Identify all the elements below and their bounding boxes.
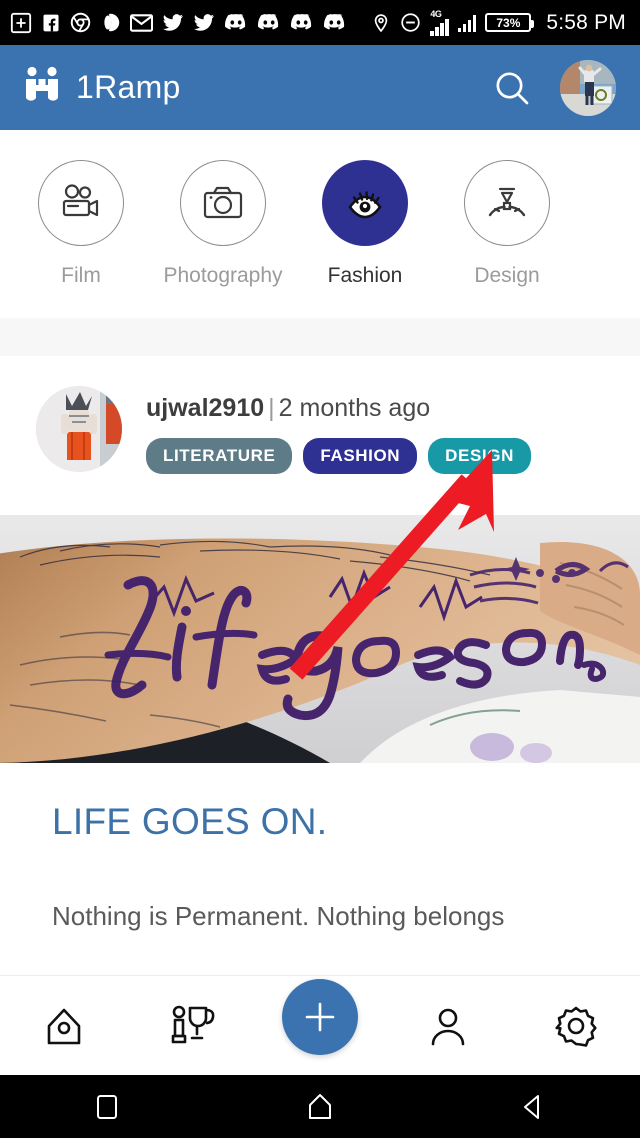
twitter-icon [162, 14, 184, 31]
category-label-fashion: Fashion [327, 264, 403, 287]
nav-item-leaderboard[interactable] [140, 981, 244, 1071]
gear-icon [555, 1006, 597, 1047]
discord-icon-3 [291, 14, 312, 30]
phone-screen: 4G 73% 5:58 PM 1Ramp Film Photography Fa… [0, 0, 640, 1138]
category-circle-film [38, 160, 124, 246]
discord-icon-2 [258, 14, 279, 30]
video-camera-icon [62, 184, 99, 217]
post-image-content [0, 515, 640, 763]
signal-4g-icon: 4G [430, 8, 449, 36]
app-bar: 1Ramp [0, 45, 640, 130]
compass-divider-icon [488, 187, 526, 217]
category-circle-photography [180, 160, 266, 246]
android-status-bar: 4G 73% 5:58 PM [0, 0, 640, 45]
post-title[interactable]: LIFE GOES ON. [52, 801, 588, 843]
chrome-icon [70, 12, 91, 33]
post-card: ujwal2910 | 2 months ago LITERATURE FASHIO… [0, 356, 640, 474]
category-carousel[interactable]: : Film [0, 130, 640, 318]
post-excerpt: Nothing is Permanent. Nothing belongs [52, 901, 505, 931]
status-bar-system-icons: 4G 73% 5:58 PM [371, 8, 626, 36]
plus-icon [305, 1002, 335, 1031]
post-meta: ujwal2910 | 2 months ago LITERATURE FASHIO… [146, 386, 531, 474]
category-label-film: Film [61, 264, 101, 287]
discord-icon-4 [324, 14, 345, 30]
gmail-icon [130, 13, 153, 32]
post-author-line: ujwal2910 | 2 months ago [146, 394, 531, 423]
nav-item-home[interactable] [12, 981, 116, 1071]
trophy-person-icon [171, 1005, 215, 1043]
bottom-navigation-bar [0, 975, 640, 1075]
section-divider [0, 318, 640, 356]
battery-icon: 73% [485, 13, 535, 32]
category-item-film[interactable]: Film [10, 130, 152, 288]
do-not-disturb-icon [401, 13, 421, 32]
app-brand[interactable]: 1Ramp [24, 66, 492, 110]
post-header: ujwal2910 | 2 months ago LITERATURE FASHIO… [0, 356, 640, 474]
tag-fashion[interactable]: FASHION [303, 438, 418, 474]
sidebar-item-partial[interactable]: : [0, 130, 10, 288]
camera-icon [203, 186, 243, 219]
tag-literature[interactable]: LITERATURE [146, 438, 293, 474]
twitter-icon-2 [193, 14, 215, 31]
android-navigation-bar [0, 1075, 640, 1138]
nav-item-create[interactable] [268, 978, 372, 1071]
1ramp-logo-icon [26, 66, 58, 101]
post-tag-list: LITERATURE FASHION DESIGN [146, 438, 531, 474]
category-item-photography[interactable]: Photography [152, 130, 294, 288]
person-icon [431, 1008, 465, 1045]
category-label-photography: Photography [163, 264, 283, 287]
app-bar-actions [492, 59, 616, 116]
create-post-fab[interactable] [282, 978, 358, 1055]
post-meta-separator: | [268, 394, 275, 422]
nav-item-settings[interactable] [524, 981, 628, 1071]
status-bar-notification-icons [10, 12, 371, 34]
avatar[interactable] [560, 59, 616, 116]
network-type-label: 4G [430, 8, 442, 19]
home-icon [47, 1008, 81, 1044]
home-pentagon-icon [308, 1093, 331, 1119]
back-triangle-icon [524, 1094, 540, 1119]
category-circle-design [464, 160, 550, 246]
post-timestamp: 2 months ago [278, 394, 431, 422]
post-author-avatar-image [36, 386, 122, 472]
category-circle-fashion [322, 160, 408, 246]
post-image[interactable] [0, 515, 640, 763]
category-label-design: Design [474, 264, 540, 287]
facebook-icon [43, 14, 59, 31]
eye-icon [348, 191, 382, 219]
battery-percent-label: 73% [496, 15, 521, 30]
nav-item-profile[interactable] [396, 981, 500, 1071]
category-item-fashion[interactable]: Fashion [294, 130, 436, 288]
avatar-image [560, 59, 616, 116]
location-pin-icon [375, 13, 388, 32]
search-icon[interactable] [492, 68, 532, 108]
discord-icon [225, 14, 246, 30]
tag-design[interactable]: DESIGN [428, 438, 531, 474]
android-back-button[interactable] [488, 1075, 578, 1138]
android-recents-button[interactable] [62, 1075, 152, 1138]
android-home-button[interactable] [275, 1075, 365, 1138]
post-author-avatar[interactable] [36, 386, 122, 472]
post-author-name[interactable]: ujwal2910 [146, 394, 264, 422]
app-title: 1Ramp [76, 69, 181, 105]
post-body: LIFE GOES ON. Nothing is Permanent. Noth… [0, 763, 640, 936]
add-box-icon [10, 12, 32, 33]
signal-icon [457, 14, 477, 32]
clock-label: 5:58 PM [546, 10, 626, 34]
opera-icon [104, 13, 120, 32]
square-icon [96, 1094, 117, 1119]
category-item-design[interactable]: Design [436, 130, 578, 288]
